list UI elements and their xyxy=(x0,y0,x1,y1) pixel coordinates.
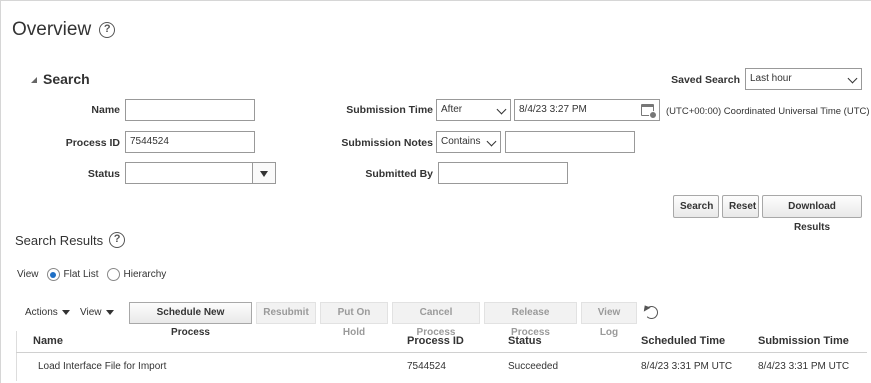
put-on-hold-button[interactable]: Put On Hold xyxy=(320,302,388,338)
submission-time-input[interactable]: 8/4/23 3:27 PM xyxy=(514,99,660,121)
search-button[interactable]: Search xyxy=(673,195,719,218)
collapse-triangle-icon[interactable] xyxy=(31,77,37,83)
view-menu-label: View xyxy=(80,307,102,318)
cell-submission-time: 8/4/23 3:31 PM UTC xyxy=(758,361,850,372)
page-title: Overview ? xyxy=(12,19,116,41)
submission-notes-operator-value: Contains xyxy=(441,136,481,147)
hierarchy-radio[interactable] xyxy=(106,268,120,281)
chevron-down-icon xyxy=(847,73,858,84)
submission-notes-input[interactable] xyxy=(505,131,635,153)
submission-time-operator-select[interactable]: After xyxy=(436,99,511,121)
status-input[interactable] xyxy=(125,162,253,184)
submission-notes-operator-select[interactable]: Contains xyxy=(436,131,501,153)
column-header-process-id[interactable]: Process ID xyxy=(407,335,464,347)
column-header-scheduled-time[interactable]: Scheduled Time xyxy=(641,335,725,347)
submission-time-label: Submission Time xyxy=(346,104,433,116)
chevron-down-icon xyxy=(486,136,497,147)
view-menu[interactable]: View xyxy=(80,307,114,318)
submitted-by-input[interactable] xyxy=(438,162,568,184)
saved-search-select[interactable]: Last hour xyxy=(745,68,862,90)
table-header: Name Process ID Status Scheduled Time Su… xyxy=(16,331,867,353)
name-input[interactable] xyxy=(125,99,255,121)
submitted-by-label: Submitted By xyxy=(365,168,433,180)
actions-menu[interactable]: Actions xyxy=(25,307,70,318)
page-title-text: Overview xyxy=(12,19,92,40)
table-row[interactable]: Load Interface File for Import 7544524 S… xyxy=(16,354,867,380)
hierarchy-label[interactable]: Hierarchy xyxy=(124,269,167,280)
cancel-process-button[interactable]: Cancel Process xyxy=(392,302,480,338)
chevron-down-icon xyxy=(496,104,507,115)
view-log-button[interactable]: View Log xyxy=(581,302,637,338)
search-header-label: Search xyxy=(43,71,90,87)
status-dropdown-button[interactable] xyxy=(252,162,276,184)
help-icon[interactable]: ? xyxy=(109,232,126,248)
process-id-label: Process ID xyxy=(65,137,120,149)
caret-down-icon xyxy=(61,310,70,315)
reset-button[interactable]: Reset xyxy=(722,195,759,218)
schedule-new-process-button[interactable]: Schedule New Process xyxy=(129,302,252,338)
cell-scheduled-time: 8/4/23 3:31 PM UTC xyxy=(641,361,733,372)
resubmit-button[interactable]: Resubmit xyxy=(256,302,316,324)
saved-search-label: Saved Search xyxy=(671,74,740,86)
column-header-submission-time[interactable]: Submission Time xyxy=(758,335,849,347)
cell-name: Load Interface File for Import xyxy=(38,361,167,372)
submission-time-value: 8/4/23 3:27 PM xyxy=(519,104,587,115)
caret-down-icon xyxy=(105,310,114,315)
column-header-name[interactable]: Name xyxy=(33,335,63,347)
flat-list-label[interactable]: Flat List xyxy=(64,269,99,280)
search-results-title-text: Search Results xyxy=(15,232,104,248)
process-id-input[interactable]: 7544524 xyxy=(125,131,255,153)
calendar-icon[interactable] xyxy=(641,104,657,119)
saved-search-value: Last hour xyxy=(750,73,792,84)
view-toggle: View Flat List Hierarchy xyxy=(17,268,166,281)
search-results-title: Search Results ? xyxy=(15,232,126,248)
actions-menu-label: Actions xyxy=(25,307,58,318)
release-process-button[interactable]: Release Process xyxy=(484,302,577,338)
name-label: Name xyxy=(91,104,120,116)
status-label: Status xyxy=(87,168,120,180)
submission-notes-label: Submission Notes xyxy=(341,137,433,149)
submission-time-operator-value: After xyxy=(441,104,463,115)
column-header-status[interactable]: Status xyxy=(508,335,542,347)
refresh-icon[interactable] xyxy=(645,306,658,319)
download-results-button[interactable]: Download Results xyxy=(762,195,862,233)
flat-list-radio[interactable] xyxy=(46,268,60,281)
timezone-text: (UTC+00:00) Coordinated Universal Time (… xyxy=(666,106,870,117)
help-icon[interactable]: ? xyxy=(99,22,116,38)
cell-status: Succeeded xyxy=(508,361,559,372)
cell-process-id: 7544524 xyxy=(407,361,446,372)
search-section-header[interactable]: Search xyxy=(31,71,90,87)
view-label: View xyxy=(17,269,39,280)
